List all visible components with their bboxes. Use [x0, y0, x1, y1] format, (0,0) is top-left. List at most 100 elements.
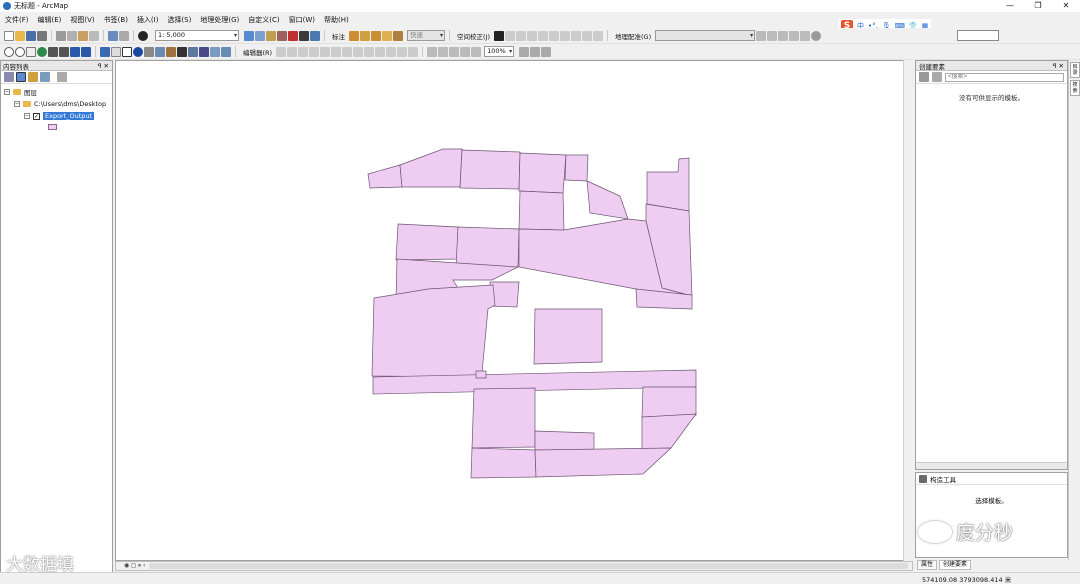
tab-attributes[interactable]: 属性 — [917, 559, 938, 570]
find-icon[interactable] — [177, 46, 187, 57]
change-layout-icon[interactable] — [541, 46, 552, 57]
save-icon[interactable] — [26, 30, 36, 41]
menu-help[interactable]: 帮助(H) — [324, 15, 349, 25]
collapse-icon[interactable]: − — [24, 113, 30, 119]
list-by-selection-icon[interactable] — [40, 72, 50, 82]
trace-icon[interactable] — [309, 46, 320, 57]
fixed-zoom-out-icon[interactable] — [59, 46, 69, 57]
menu-edit[interactable]: 编辑(E) — [38, 15, 62, 25]
edit-tool-icon[interactable] — [276, 46, 287, 57]
search-window-icon[interactable] — [277, 30, 287, 41]
layout-zoom-combo[interactable]: 100% — [484, 46, 515, 57]
tab-create-features[interactable]: 创建要素 — [939, 559, 972, 570]
fixed-zoom-in-icon[interactable] — [48, 46, 58, 57]
modify-link-icon[interactable] — [516, 30, 526, 41]
clear-selection-icon[interactable] — [111, 46, 121, 57]
new-displacement-link-icon[interactable] — [505, 30, 515, 41]
cut-icon[interactable] — [56, 30, 66, 41]
shift-icon[interactable] — [767, 30, 778, 41]
time-slider-icon[interactable] — [210, 46, 220, 57]
add-control-points-icon[interactable] — [789, 30, 800, 41]
tab-search[interactable]: 搜索 — [1070, 80, 1080, 96]
label-manager-icon[interactable] — [349, 30, 359, 41]
focus-data-frame-icon[interactable] — [530, 46, 541, 57]
editor-toolbar-icon[interactable] — [244, 30, 254, 41]
toc-options-icon[interactable] — [57, 72, 67, 82]
zoom-100-icon[interactable] — [471, 46, 482, 57]
view-unplaced-labels-icon[interactable] — [393, 30, 403, 41]
layout-zoom-in-icon[interactable] — [427, 46, 438, 57]
edit-vertices-icon[interactable] — [331, 46, 342, 57]
delete-icon[interactable] — [89, 30, 99, 41]
attributes-icon[interactable] — [386, 46, 397, 57]
open-icon[interactable] — [15, 30, 25, 41]
georef-viewer-icon[interactable] — [811, 30, 822, 41]
point-icon[interactable] — [320, 46, 331, 57]
maximize-button[interactable]: ❐ — [1024, 0, 1052, 12]
print-icon[interactable] — [37, 30, 47, 41]
menu-selection[interactable]: 选择(S) — [167, 15, 191, 25]
copy-icon[interactable] — [67, 30, 77, 41]
modelbuilder-icon[interactable] — [310, 30, 320, 41]
folder-path-label[interactable]: C:\Users\dms\Desktop — [34, 100, 106, 108]
template-filter-icon[interactable] — [919, 72, 929, 82]
toc-window-icon[interactable] — [255, 30, 265, 41]
back-extent-icon[interactable] — [70, 46, 80, 57]
organize-templates-icon[interactable] — [932, 72, 942, 82]
layout-pan-icon[interactable] — [449, 46, 460, 57]
map-horizontal-scrollbar[interactable] — [149, 563, 908, 569]
sketch-properties-icon[interactable] — [397, 46, 408, 57]
panel-splitter[interactable] — [916, 462, 1067, 469]
tab-catalog[interactable]: 目录 — [1070, 62, 1080, 78]
add-data-icon[interactable] — [138, 30, 148, 41]
new-document-icon[interactable] — [4, 30, 14, 41]
menu-windows[interactable]: 窗口(W) — [289, 15, 315, 25]
toc-pin-close-buttons[interactable]: ꟼ ✕ — [98, 62, 109, 70]
list-by-drawing-order-icon[interactable] — [4, 72, 14, 82]
menu-view[interactable]: 视图(V) — [70, 15, 94, 25]
minimize-button[interactable]: — — [996, 0, 1024, 12]
panel-pin-close-buttons[interactable]: ꟼ ✕ — [1053, 62, 1064, 70]
dataframe-label[interactable]: 图层 — [24, 87, 37, 97]
find-route-icon[interactable] — [188, 46, 198, 57]
toggle-draft-mode-icon[interactable] — [519, 46, 530, 57]
collapse-icon[interactable]: − — [14, 101, 20, 107]
map-vertical-scrollbar[interactable] — [903, 60, 913, 561]
paste-icon[interactable] — [78, 30, 88, 41]
select-elements-arrow-icon[interactable] — [122, 46, 132, 57]
measure-icon[interactable] — [166, 46, 176, 57]
multiple-displacement-icon[interactable] — [527, 30, 537, 41]
arctoolbox-icon[interactable] — [288, 30, 298, 41]
layer-visibility-checkbox[interactable]: ✓ — [33, 112, 40, 120]
close-button[interactable]: ✕ — [1052, 0, 1080, 12]
view-link-table-icon[interactable] — [571, 30, 581, 41]
menu-customize[interactable]: 自定义(C) — [248, 15, 279, 25]
fit-to-display-icon[interactable] — [778, 30, 789, 41]
tree-row-dataframe[interactable]: − 图层 — [4, 86, 112, 98]
list-by-visibility-icon[interactable] — [28, 72, 38, 82]
identify-icon[interactable] — [133, 46, 143, 57]
catalog-window-icon[interactable] — [266, 30, 276, 41]
layer-label[interactable]: Export_Output — [43, 112, 95, 120]
menu-insert[interactable]: 插入(I) — [137, 15, 159, 25]
redo-icon[interactable] — [119, 30, 129, 41]
go-to-xy-icon[interactable] — [199, 46, 209, 57]
select-features-icon[interactable] — [100, 46, 110, 57]
create-viewer-window-icon[interactable] — [221, 46, 231, 57]
hyperlink-icon[interactable] — [144, 46, 154, 57]
reshape-icon[interactable] — [342, 46, 353, 57]
map-canvas[interactable] — [115, 60, 913, 561]
map-scale-combo[interactable]: 1: 5,000 — [155, 30, 239, 41]
labeling-quality-combo[interactable]: 快速 — [407, 30, 445, 41]
attribute-transfer-icon[interactable] — [593, 30, 603, 41]
edge-match-icon[interactable] — [582, 30, 592, 41]
forward-extent-icon[interactable] — [81, 46, 91, 57]
select-elements-icon[interactable] — [494, 30, 504, 41]
create-features-icon[interactable] — [408, 46, 419, 57]
undo-icon[interactable] — [108, 30, 118, 41]
menu-bookmarks[interactable]: 书签(B) — [104, 15, 128, 25]
pan-icon[interactable] — [26, 46, 36, 57]
full-extent-icon[interactable] — [37, 46, 47, 57]
html-popup-icon[interactable] — [155, 46, 165, 57]
new-limited-area-icon[interactable] — [549, 30, 559, 41]
